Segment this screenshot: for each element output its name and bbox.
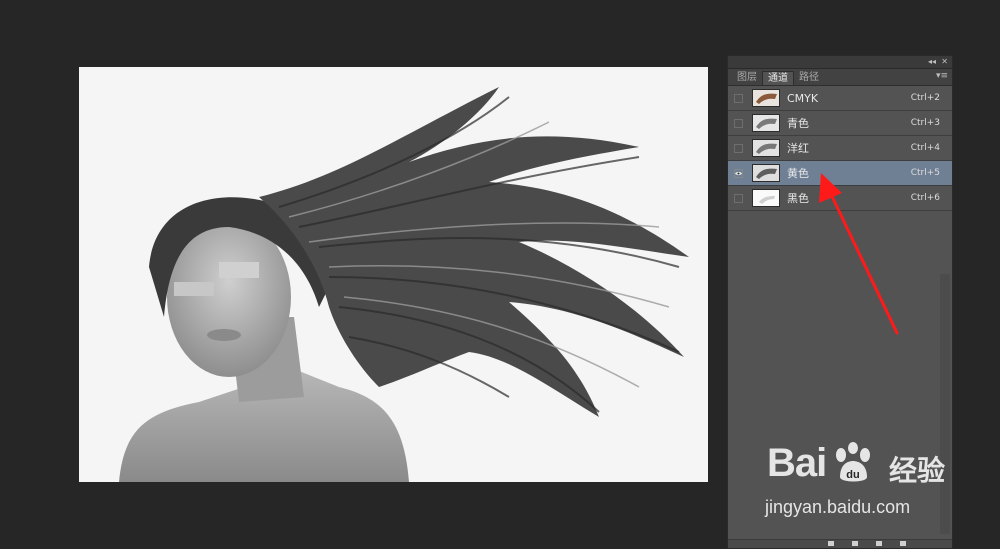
delete-channel-icon[interactable] bbox=[900, 541, 906, 546]
watermark-url: jingyan.baidu.com bbox=[765, 497, 911, 517]
watermark-logo-text: Bai bbox=[767, 441, 827, 485]
channel-row-magenta[interactable]: 洋红 Ctrl+4 bbox=[728, 136, 952, 161]
visibility-toggle[interactable] bbox=[734, 143, 743, 153]
panel-bottom-toolbar bbox=[728, 539, 952, 548]
save-selection-icon[interactable] bbox=[852, 541, 858, 546]
panel-tabs: 图层 通道 路径 ▾≡ bbox=[728, 69, 952, 86]
channel-thumbnail bbox=[752, 139, 780, 157]
channel-row-cyan[interactable]: 青色 Ctrl+3 bbox=[728, 111, 952, 136]
channel-shortcut: Ctrl+3 bbox=[910, 118, 940, 128]
panel-titlebar: ◂◂ ✕ bbox=[728, 56, 952, 69]
panel-menu-icon[interactable]: ▾≡ bbox=[936, 71, 948, 81]
channel-row-cmyk[interactable]: CMYK Ctrl+2 bbox=[728, 86, 952, 111]
channel-thumbnail bbox=[752, 164, 780, 182]
eye-icon bbox=[735, 171, 742, 175]
tab-channels[interactable]: 通道 bbox=[762, 71, 794, 85]
paw-icon: du bbox=[836, 442, 870, 482]
new-channel-icon[interactable] bbox=[876, 541, 882, 546]
channel-list: CMYK Ctrl+2 青色 Ctrl+3 洋红 Ctrl+4 黄色 Ctrl+… bbox=[728, 86, 952, 211]
channel-shortcut: Ctrl+4 bbox=[910, 143, 940, 153]
visibility-toggle[interactable] bbox=[734, 93, 743, 103]
visibility-toggle[interactable] bbox=[734, 118, 743, 128]
tab-layers[interactable]: 图层 bbox=[732, 71, 762, 85]
channel-shortcut: Ctrl+2 bbox=[910, 93, 940, 103]
channel-thumbnail bbox=[752, 189, 780, 207]
channel-name: 黄色 bbox=[787, 167, 809, 180]
collapse-panel-icon[interactable]: ◂◂ bbox=[928, 56, 936, 68]
visibility-toggle[interactable] bbox=[734, 193, 743, 203]
channel-name: 洋红 bbox=[787, 142, 809, 155]
channel-row-black[interactable]: 黑色 Ctrl+6 bbox=[728, 186, 952, 211]
channel-shortcut: Ctrl+5 bbox=[910, 168, 940, 178]
channel-name: CMYK bbox=[787, 91, 819, 105]
channel-thumbnail bbox=[752, 114, 780, 132]
channel-row-yellow[interactable]: 黄色 Ctrl+5 bbox=[728, 161, 952, 186]
baidu-watermark: Bai du 经验 jingyan.baidu.com bbox=[765, 441, 965, 531]
load-selection-icon[interactable] bbox=[828, 541, 834, 546]
close-panel-icon[interactable]: ✕ bbox=[941, 56, 948, 68]
svg-text:du: du bbox=[846, 469, 859, 481]
document-canvas[interactable] bbox=[79, 67, 708, 482]
portrait-image bbox=[79, 67, 708, 482]
channel-name: 青色 bbox=[787, 117, 809, 130]
channel-thumbnail bbox=[752, 89, 780, 107]
channel-name: 黑色 bbox=[787, 192, 809, 205]
channel-shortcut: Ctrl+6 bbox=[910, 193, 940, 203]
visibility-toggle[interactable] bbox=[734, 168, 743, 178]
watermark-cn-text: 经验 bbox=[889, 454, 946, 487]
tab-paths[interactable]: 路径 bbox=[794, 71, 824, 85]
